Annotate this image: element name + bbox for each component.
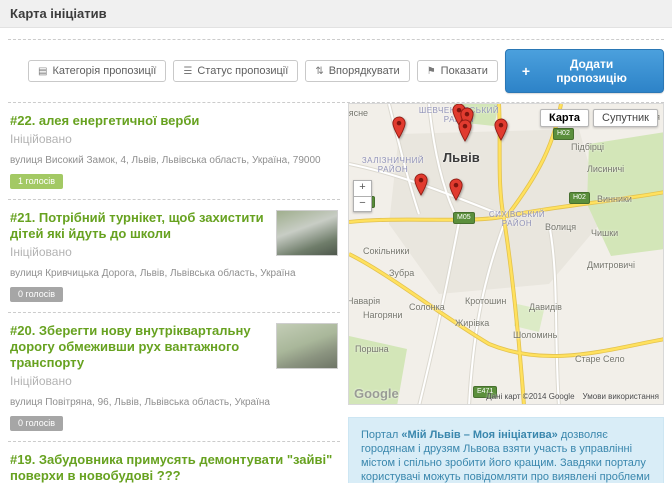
- status-filter-button[interactable]: ☰ Статус пропозиції: [173, 60, 298, 82]
- initiative-title[interactable]: #19. Забудовника примусять демонтувати "…: [10, 452, 338, 483]
- road-shield: H02: [553, 128, 574, 140]
- sort-button-label: Впорядкувати: [329, 65, 400, 77]
- info-text-prefix: Портал: [361, 429, 401, 441]
- initiative-address: вулиця Кривчицька Дорога, Львів, Львівсь…: [10, 268, 338, 280]
- map-zoom-control: + −: [353, 180, 372, 212]
- initiative-title[interactable]: #22. алея енергетичної верби: [10, 113, 338, 129]
- terms-of-use-link[interactable]: Умови використання: [583, 392, 659, 401]
- zoom-out-button[interactable]: −: [353, 196, 372, 212]
- google-logo[interactable]: Google: [354, 386, 399, 401]
- initiative-card-22: #22. алея енергетичної верби Ініційовано…: [8, 103, 340, 200]
- road-shield: H02: [569, 192, 590, 204]
- category-filter-label: Категорія пропозиції: [52, 65, 156, 77]
- votes-badge: 1 голосів: [10, 174, 63, 189]
- initiative-thumbnail[interactable]: [276, 323, 338, 369]
- map-type-satellite-button[interactable]: Супутник: [593, 109, 658, 127]
- category-filter-button[interactable]: ▤ Категорія пропозиції: [28, 60, 166, 82]
- initiative-card-20: #20. Зберегти нову внутріквартальну доро…: [8, 313, 340, 442]
- show-button[interactable]: ⚑ Показати: [417, 60, 498, 82]
- status-icon: ☰: [183, 66, 192, 77]
- sort-button[interactable]: ⇅ Впорядкувати: [305, 60, 409, 82]
- page-title: Карта ініціатив: [10, 6, 107, 21]
- map-marker[interactable]: [458, 119, 472, 142]
- map-canvas: [349, 104, 664, 405]
- show-button-label: Показати: [441, 65, 488, 77]
- map-marker[interactable]: [414, 173, 428, 196]
- map-marker[interactable]: [392, 116, 406, 139]
- toolbar: ▤ Категорія пропозиції ☰ Статус пропозиц…: [8, 39, 664, 103]
- map-attribution: Дані карт ©2014 Google Умови використанн…: [486, 392, 659, 401]
- status-filter-label: Статус пропозиції: [197, 65, 288, 77]
- map-type-map-button[interactable]: Карта: [540, 109, 589, 127]
- initiatives-list: #22. алея енергетичної верби Ініційовано…: [8, 103, 340, 483]
- map-type-controls: Карта Супутник: [540, 109, 658, 127]
- plus-icon: +: [522, 66, 530, 76]
- road-shield: M05: [453, 212, 475, 224]
- portal-info-box: Портал «Мій Львів – Моя ініціатива» дозв…: [348, 417, 664, 483]
- votes-badge: 0 голосів: [10, 287, 63, 302]
- initiative-card-21: #21. Потрібний турнікет, щоб захистити д…: [8, 200, 340, 313]
- initiative-card-19: #19. Забудовника примусять демонтувати "…: [8, 442, 340, 483]
- zoom-in-button[interactable]: +: [353, 180, 372, 196]
- add-proposal-button[interactable]: + Додати пропозицію: [505, 49, 664, 93]
- show-icon: ⚑: [427, 66, 436, 77]
- add-proposal-label: Додати пропозицію: [536, 57, 647, 85]
- category-icon: ▤: [38, 66, 47, 77]
- initiative-address: вулиця Повітряна, 96, Львів, Львівська о…: [10, 397, 338, 409]
- page-header: Карта ініціатив: [0, 0, 672, 28]
- initiative-status: Ініційовано: [10, 132, 338, 146]
- votes-badge: 0 голосів: [10, 416, 63, 431]
- map[interactable]: ШЕВЧЕНКІВСЬКИЙ РАЙОН ЗАЛІЗНИЧНИЙ РАЙОН С…: [348, 103, 664, 405]
- sort-icon: ⇅: [315, 66, 323, 77]
- map-marker[interactable]: [449, 178, 463, 201]
- initiative-thumbnail[interactable]: [276, 210, 338, 256]
- portal-link[interactable]: «Мій Львів – Моя ініціатива»: [401, 429, 557, 441]
- initiative-status: Ініційовано: [10, 374, 338, 388]
- map-copyright: Дані карт ©2014 Google: [486, 392, 574, 401]
- initiative-address: вулиця Високий Замок, 4, Львів, Львівськ…: [10, 155, 338, 167]
- map-marker[interactable]: [494, 118, 508, 141]
